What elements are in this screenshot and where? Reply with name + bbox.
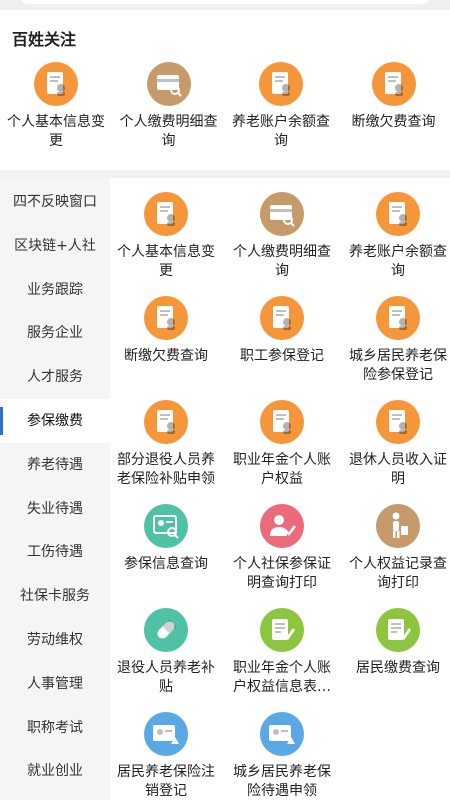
form-edit-icon [260,608,304,652]
service-item-label: 职业年金个人账户权益信息表… [233,660,331,695]
section-divider [0,170,450,178]
featured-service-3[interactable]: 断缴欠费查询 [338,62,450,132]
section-title: 百姓关注 [12,30,77,49]
featured-service-label: 个人基本信息变更 [7,114,105,149]
sidebar-item[interactable]: 参保缴费 [0,399,110,443]
service-item-label: 参保信息查询 [124,556,208,572]
service-item-2[interactable]: 养老账户余额查询 [342,192,450,281]
person-doc-icon [34,62,78,106]
sidebar-item[interactable]: 就业创业 [0,749,110,793]
featured-service-label: 个人缴费明细查询 [119,114,218,149]
sidebar-item[interactable]: 职称考试 [0,706,110,750]
service-item-10[interactable]: 个人社保参保证明查询打印 [226,504,338,593]
sidebar-item[interactable]: 养老待遇 [0,443,110,487]
service-item-label: 职业年金个人账户权益 [233,452,331,487]
service-item-0[interactable]: 个人基本信息变更 [110,192,222,281]
sidebar-item[interactable]: 人事管理 [0,662,110,706]
service-item-6[interactable]: 部分退役人员养老保险补贴申领 [110,400,222,489]
service-item-label: 部分退役人员养老保险补贴申领 [117,452,215,487]
service-item-12[interactable]: 退役人员养老补贴 [110,608,222,697]
service-item-9[interactable]: 参保信息查询 [110,504,222,574]
service-item-16[interactable]: 城乡居民养老保险待遇申领 [226,712,338,801]
pill-icon [144,608,188,652]
sidebar-item[interactable]: 工伤待遇 [0,530,110,574]
person-doc-icon [144,296,188,340]
featured-service-2[interactable]: 养老账户余额查询 [225,62,337,151]
person-doc-icon [144,192,188,236]
service-item-label: 个人权益记录查询打印 [349,556,447,591]
service-grid: 个人基本信息变更 个人缴费明细查询 养老账户余额查询 断缴欠费查询 职工参保登记 城乡居民… [110,178,450,800]
service-item-label: 退役人员养老补贴 [117,660,215,695]
id-card-search-icon [144,504,188,548]
service-item-label: 个人缴费明细查询 [233,244,331,279]
service-item-label: 居民缴费查询 [356,660,440,676]
sidebar-item[interactable]: 区块链+人社 [0,224,110,268]
person-check-icon [260,504,304,548]
person-doc-icon [144,400,188,444]
sidebar-item[interactable]: 业务跟踪 [0,268,110,312]
service-item-13[interactable]: 职业年金个人账户权益信息表… [226,608,338,697]
service-item-8[interactable]: 退休人员收入证明 [342,400,450,489]
service-item-11[interactable]: 个人权益记录查询打印 [342,504,450,593]
card-person-icon [260,712,304,756]
person-doc-icon [259,62,303,106]
service-item-15[interactable]: 居民养老保险注销登记 [110,712,222,801]
featured-service-1[interactable]: 个人缴费明细查询 [113,62,225,151]
search-bar[interactable] [20,0,430,4]
sidebar-item[interactable]: 劳动维权 [0,618,110,662]
service-item-3[interactable]: 断缴欠费查询 [110,296,222,366]
card-person-icon [144,712,188,756]
service-item-label: 居民养老保险注销登记 [117,764,215,799]
sidebar-item[interactable]: 人才服务 [0,355,110,399]
featured-service-0[interactable]: 个人基本信息变更 [0,62,112,151]
person-doc-icon [376,296,420,340]
service-item-label: 职工参保登记 [240,348,324,364]
service-item-label: 养老账户余额查询 [349,244,447,279]
sidebar-item[interactable]: 四不反映窗口 [0,180,110,224]
service-item-1[interactable]: 个人缴费明细查询 [226,192,338,281]
person-luggage-icon [376,504,420,548]
featured-service-label: 断缴欠费查询 [351,114,436,130]
person-doc-icon [260,296,304,340]
sidebar-item[interactable]: 服务企业 [0,311,110,355]
service-item-label: 断缴欠费查询 [124,348,208,364]
top-bar [0,0,450,10]
service-item-5[interactable]: 城乡居民养老保险参保登记 [342,296,450,385]
form-edit-icon [376,608,420,652]
sidebar-item[interactable]: 社保卡服务 [0,574,110,618]
service-item-label: 个人基本信息变更 [117,244,215,279]
person-doc-icon [371,62,416,106]
service-item-label: 城乡居民养老保险参保登记 [349,348,447,383]
category-sidebar: 四不反映窗口 区块链+人社 业务跟踪 服务企业 人才服务 参保缴费 养老待遇 失业待遇 工伤待遇… [0,178,110,800]
service-item-label: 城乡居民养老保险待遇申领 [233,764,331,799]
person-doc-icon [376,400,420,444]
service-item-4[interactable]: 职工参保登记 [226,296,338,366]
person-doc-icon [376,192,420,236]
person-doc-icon [260,400,304,444]
featured-service-label: 养老账户余额查询 [232,114,330,149]
service-item-7[interactable]: 职业年金个人账户权益 [226,400,338,489]
featured-services: 个人基本信息变更 个人缴费明细查询 养老账户余额查询 断缴欠费查询 [0,62,450,162]
service-item-label: 退休人员收入证明 [349,452,447,487]
service-item-label: 个人社保参保证明查询打印 [233,556,331,591]
card-search-icon [260,192,304,236]
service-item-14[interactable]: 居民缴费查询 [342,608,450,678]
sidebar-item[interactable]: 失业待遇 [0,487,110,531]
card-search-icon [146,62,191,106]
